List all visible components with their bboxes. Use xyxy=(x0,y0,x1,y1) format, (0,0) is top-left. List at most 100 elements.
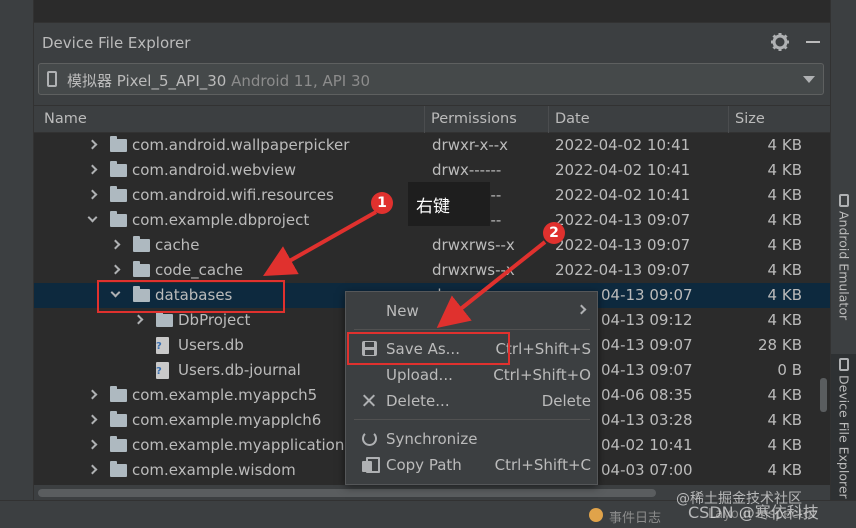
row-permissions: drwxrws--x xyxy=(432,236,515,254)
menu-item-label: New xyxy=(386,302,419,320)
row-name: Users.db-journal xyxy=(178,361,301,379)
row-size: 4 KB xyxy=(767,411,802,429)
row-date: 04-06 08:35 xyxy=(601,386,693,404)
event-log-icon xyxy=(589,508,603,522)
row-date: 2022-04-02 10:41 xyxy=(555,136,691,154)
row-permissions: drwx------ xyxy=(432,161,502,179)
tab-android-emulator[interactable]: Android Emulator xyxy=(831,194,856,320)
row-date: 04-02 10:41 xyxy=(601,436,693,454)
row-size: 4 KB xyxy=(767,236,802,254)
chevron-right-icon[interactable] xyxy=(110,239,121,250)
chevron-right-icon[interactable] xyxy=(87,189,98,200)
menu-item-shortcut: Delete xyxy=(541,392,591,410)
chevron-right-icon[interactable] xyxy=(87,414,98,425)
folder-icon xyxy=(156,311,173,327)
row-name: com.example.myappch5 xyxy=(132,386,318,404)
panel-title: Device File Explorer xyxy=(42,34,191,52)
chevron-right-icon[interactable] xyxy=(133,314,144,325)
folder-icon xyxy=(110,211,127,227)
chevron-right-icon[interactable] xyxy=(87,139,98,150)
chevron-right-icon[interactable] xyxy=(87,439,98,450)
chevron-down-icon[interactable] xyxy=(87,212,98,223)
device-name: 模拟器 Pixel_5_API_30 Android 11, API 30 xyxy=(67,72,371,90)
column-header-name[interactable]: Name xyxy=(44,111,87,127)
row-date: 04-13 09:07 xyxy=(601,286,693,304)
row-date: 2022-04-02 10:41 xyxy=(555,186,691,204)
tab-device-file-explorer[interactable]: Device File Explorer xyxy=(831,354,856,500)
annotation-right-click-label: 右键 xyxy=(408,182,490,226)
folder-icon xyxy=(110,136,127,152)
row-permissions: drwxrws--x xyxy=(432,261,515,279)
row-size: 4 KB xyxy=(767,211,802,229)
folder-row[interactable]: cache drwxrws--x 2022-04-13 09:07 4 KB xyxy=(34,233,830,258)
row-date: 04-13 09:07 xyxy=(601,361,693,379)
minimize-icon[interactable] xyxy=(806,41,820,43)
highlight-save-as xyxy=(347,332,510,365)
menu-item-upload[interactable]: Upload... Ctrl+Shift+O xyxy=(346,362,597,388)
menu-separator xyxy=(354,419,590,420)
row-name: com.example.wisdom xyxy=(132,461,296,479)
folder-icon xyxy=(133,261,150,277)
device-meta: Android 11, API 30 xyxy=(231,72,371,90)
column-divider[interactable] xyxy=(728,106,729,134)
folder-icon xyxy=(110,411,127,427)
folder-icon xyxy=(110,161,127,177)
row-date: 04-13 09:07 xyxy=(601,336,693,354)
menu-item-label: Copy Path xyxy=(386,456,462,474)
row-name: cache xyxy=(155,236,200,254)
file-icon xyxy=(156,337,169,354)
menu-item-copy-path[interactable]: Copy Path Ctrl+Shift+C xyxy=(346,452,597,478)
chevron-right-icon[interactable] xyxy=(87,164,98,175)
row-name: com.example.myapplication xyxy=(132,436,345,454)
phone-icon xyxy=(839,358,849,371)
vertical-scrollbar[interactable] xyxy=(820,378,827,412)
row-size: 4 KB xyxy=(767,161,802,179)
panel-header: Device File Explorer xyxy=(34,23,830,63)
menu-item-shortcut: Ctrl+Shift+C xyxy=(494,456,591,474)
menu-separator xyxy=(354,329,590,330)
chevron-down-icon xyxy=(803,76,815,83)
row-size: 4 KB xyxy=(767,386,802,404)
column-header-permissions[interactable]: Permissions xyxy=(431,111,517,127)
column-header-date[interactable]: Date xyxy=(555,111,590,127)
menu-item-label: Upload... xyxy=(386,366,453,384)
step-badge-1: 1 xyxy=(371,192,393,214)
event-log-button[interactable]: 事件日志 xyxy=(609,507,661,526)
chevron-right-icon[interactable] xyxy=(110,264,121,275)
row-date: 2022-04-02 10:41 xyxy=(555,161,691,179)
close-icon xyxy=(362,393,377,408)
row-size: 4 KB xyxy=(767,461,802,479)
folder-row[interactable]: com.android.wallpaperpicker drwxr-x--x 202… xyxy=(34,133,830,158)
row-size: 4 KB xyxy=(767,186,802,204)
chevron-right-icon[interactable] xyxy=(87,389,98,400)
row-name: com.android.wifi.resources xyxy=(132,186,334,204)
table-header: Name Permissions Date Size xyxy=(34,105,830,134)
menu-item-delete[interactable]: Delete... Delete xyxy=(346,388,597,414)
chevron-right-icon xyxy=(576,304,587,315)
top-strip xyxy=(0,0,856,500)
row-size: 0 B xyxy=(777,361,802,379)
horizontal-scrollbar[interactable] xyxy=(38,489,656,497)
row-name: Users.db xyxy=(178,336,244,354)
row-size: 4 KB xyxy=(767,286,802,304)
column-header-size[interactable]: Size xyxy=(735,111,765,127)
column-divider[interactable] xyxy=(548,106,549,134)
emulator-icon xyxy=(839,194,849,207)
row-name: code_cache xyxy=(155,261,244,279)
row-name: com.android.wallpaperpicker xyxy=(132,136,350,154)
column-divider[interactable] xyxy=(424,106,425,134)
right-tool-strip-top xyxy=(830,0,856,24)
menu-item-new[interactable]: New xyxy=(346,298,597,324)
row-size: 28 KB xyxy=(758,336,802,354)
folder-row[interactable]: com.android.webview drwx------ 2022-04-02 … xyxy=(34,158,830,183)
menu-item-shortcut: Ctrl+Shift+O xyxy=(493,366,591,384)
step-badge-2: 2 xyxy=(543,222,565,244)
row-name: com.android.webview xyxy=(132,161,297,179)
row-permissions: drwxr-x--x xyxy=(432,136,509,154)
menu-item-synchronize[interactable]: Synchronize xyxy=(346,426,597,452)
gear-icon[interactable] xyxy=(770,32,790,52)
row-name: DbProject xyxy=(178,311,251,329)
device-selector[interactable]: 模拟器 Pixel_5_API_30 Android 11, API 30 xyxy=(38,63,824,95)
phone-icon xyxy=(47,71,57,87)
chevron-right-icon[interactable] xyxy=(87,464,98,475)
